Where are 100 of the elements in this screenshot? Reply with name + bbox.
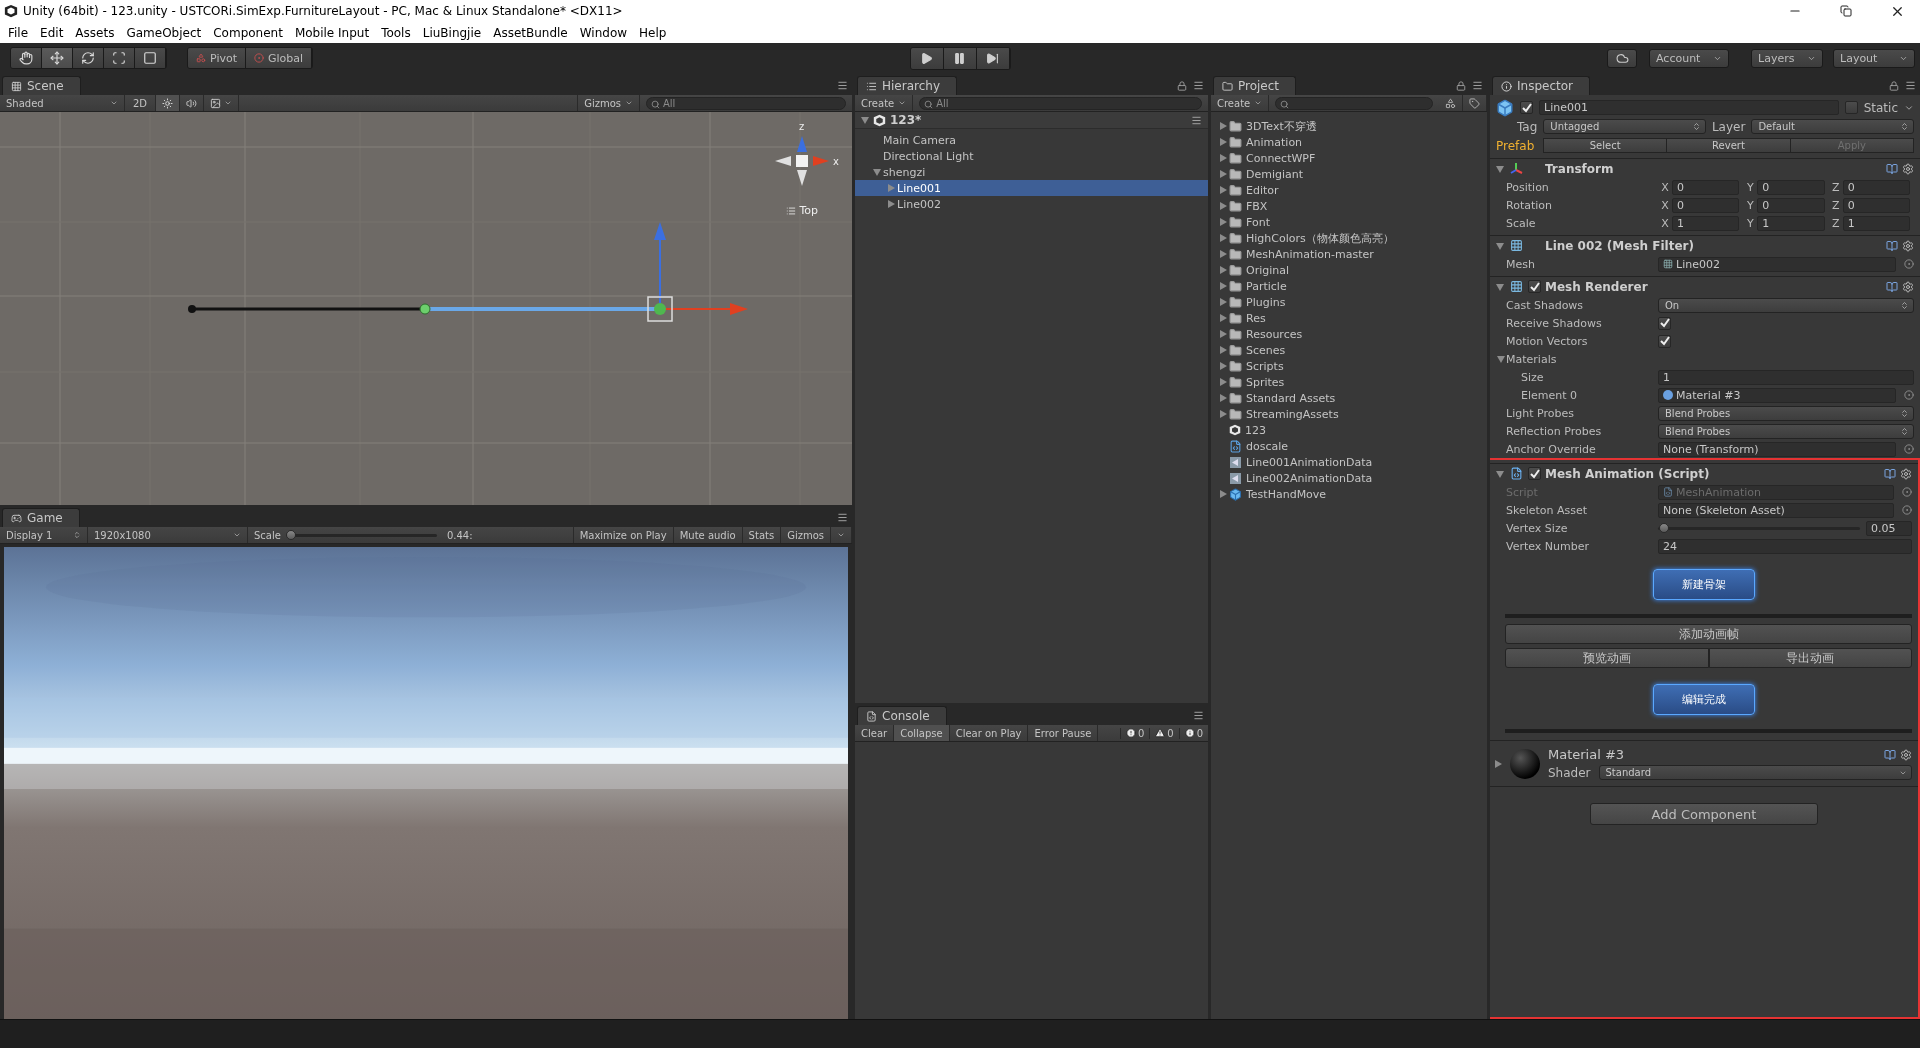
disclosure-triangle-icon[interactable] [1219, 234, 1227, 242]
message-count[interactable]: 0 [1119, 727, 1150, 739]
game-option-button[interactable]: Gizmos [781, 527, 831, 543]
disclosure-triangle-icon[interactable] [873, 168, 881, 176]
disclosure-triangle-icon[interactable] [1219, 138, 1227, 146]
object-picker-icon[interactable] [1904, 444, 1914, 454]
scene-header[interactable]: 123* [855, 112, 1208, 129]
disclosure-triangle-icon[interactable] [1496, 282, 1504, 291]
project-item[interactable]: ConnectWPF [1211, 150, 1487, 166]
number-field[interactable]: 0 [1672, 197, 1740, 213]
disclosure-triangle-icon[interactable] [1219, 154, 1227, 162]
disclosure-triangle-icon[interactable] [887, 184, 895, 192]
lighting-toggle[interactable] [156, 95, 181, 111]
disclosure-triangle-icon[interactable] [861, 116, 869, 124]
message-count[interactable]: 0 [1178, 727, 1208, 739]
number-field[interactable]: 0.05 [1866, 520, 1912, 536]
project-item[interactable]: Original [1211, 262, 1487, 278]
menu-item[interactable]: Window [573, 25, 634, 40]
menu-item[interactable]: Help [633, 25, 673, 40]
project-item[interactable]: Particle [1211, 278, 1487, 294]
tree-item[interactable]: shengzi [855, 164, 1208, 180]
disclosure-triangle-icon[interactable] [1496, 164, 1504, 173]
project-item[interactable]: Font [1211, 214, 1487, 230]
prefab-button[interactable]: Revert [1666, 138, 1791, 153]
game-option-button[interactable]: Maximize on Play [572, 527, 674, 543]
project-item[interactable]: MeshAnimation-master [1211, 246, 1487, 262]
create-dropdown[interactable]: Create [855, 95, 914, 111]
resolution-dropdown[interactable]: 1920x1080 [88, 527, 248, 543]
menu-item[interactable]: AssetBundle [487, 25, 574, 40]
project-item[interactable]: Demigiant [1211, 166, 1487, 182]
tree-item[interactable]: Directional Light [855, 148, 1208, 164]
disclosure-triangle-icon[interactable] [1496, 469, 1504, 478]
disclosure-triangle-icon[interactable] [1219, 346, 1227, 354]
panel-tab[interactable]: Inspector [1492, 76, 1590, 95]
display-dropdown[interactable]: Display 1 [0, 527, 88, 543]
object-field[interactable]: None (Transform) [1658, 441, 1896, 457]
message-count[interactable]: 0 [1149, 727, 1179, 739]
disclosure-triangle-icon[interactable] [1219, 314, 1227, 322]
panel-tab[interactable]: Project [1213, 76, 1297, 95]
object-picker-icon[interactable] [1904, 390, 1914, 400]
search-field[interactable]: All [919, 96, 1202, 110]
project-item[interactable]: StreamingAssets [1211, 406, 1487, 422]
slider[interactable] [1658, 522, 1860, 534]
action-button[interactable]: 预览动画 [1505, 648, 1709, 668]
tool-button[interactable] [11, 48, 42, 68]
disclosure-triangle-icon[interactable] [1219, 394, 1227, 402]
active-checkbox[interactable] [1520, 101, 1533, 114]
project-item[interactable]: Line002AnimationData [1211, 470, 1487, 486]
disclosure-triangle-icon[interactable] [1219, 362, 1227, 370]
dropdown[interactable]: On [1658, 297, 1914, 313]
name-field[interactable]: Line001 [1539, 100, 1839, 115]
disclosure-triangle-icon[interactable] [1219, 298, 1227, 306]
tree-item[interactable]: Line002 [855, 196, 1208, 212]
disclosure-triangle-icon[interactable] [1219, 250, 1227, 258]
panel-tab[interactable]: Console [857, 706, 947, 725]
tree-item[interactable]: Main Camera [855, 132, 1208, 148]
settings-icon[interactable] [1902, 239, 1914, 252]
menu-item[interactable]: LiuBingjie [416, 25, 488, 40]
project-item[interactable]: FBX [1211, 198, 1487, 214]
disclosure-triangle-icon[interactable] [1219, 378, 1227, 386]
dropdown[interactable]: Default [1751, 119, 1914, 134]
disclosure-triangle-icon[interactable] [1494, 759, 1502, 768]
project-item[interactable]: doscale [1211, 438, 1487, 454]
foldout-label[interactable]: Materials [1506, 352, 1658, 366]
number-field[interactable]: 1 [1672, 215, 1740, 231]
shading-dropdown[interactable]: Shaded [0, 95, 125, 111]
settings-icon[interactable] [1900, 748, 1912, 761]
project-item[interactable]: Standard Assets [1211, 390, 1487, 406]
object-picker-icon[interactable] [1902, 505, 1912, 515]
panel-tab[interactable]: Scene [2, 76, 81, 95]
disclosure-triangle-icon[interactable] [1219, 202, 1227, 210]
static-checkbox[interactable] [1844, 101, 1858, 114]
move-gizmo-drawing[interactable] [647, 222, 748, 322]
project-item[interactable]: 123 [1211, 422, 1487, 438]
disclosure-triangle-icon[interactable] [1219, 266, 1227, 274]
action-button[interactable]: 导出动画 [1708, 648, 1912, 668]
search-field[interactable] [1275, 96, 1433, 110]
disclosure-triangle-icon[interactable] [1219, 330, 1227, 338]
number-field[interactable]: 0 [1842, 197, 1910, 213]
tool-button[interactable] [73, 48, 104, 68]
project-item[interactable]: Animation [1211, 134, 1487, 150]
disclosure-triangle-icon[interactable] [1219, 218, 1227, 226]
gizmos-dropdown[interactable]: Gizmos [577, 95, 640, 111]
checkbox[interactable] [1658, 316, 1671, 330]
dropdown[interactable]: Untagged [1543, 119, 1706, 134]
cloud-button[interactable] [1607, 48, 1637, 68]
orientation-gizmo-drawing[interactable] [775, 136, 829, 186]
game-option-button[interactable]: Mute audio [673, 527, 743, 543]
action-button[interactable]: 新建骨架 [1653, 569, 1755, 600]
project-item[interactable]: Sprites [1211, 374, 1487, 390]
project-item[interactable]: Scenes [1211, 342, 1487, 358]
scale-slider[interactable] [286, 529, 437, 541]
console-toggle[interactable]: Collapse [894, 725, 950, 741]
action-button[interactable]: 编辑完成 [1653, 684, 1755, 715]
number-field[interactable]: 1 [1658, 369, 1914, 385]
step-button[interactable] [976, 47, 1010, 69]
object-field[interactable]: Material #3 [1658, 387, 1896, 403]
disclosure-triangle-icon[interactable] [1219, 170, 1227, 178]
project-item[interactable]: Plugins [1211, 294, 1487, 310]
number-field[interactable]: 1 [1757, 215, 1825, 231]
